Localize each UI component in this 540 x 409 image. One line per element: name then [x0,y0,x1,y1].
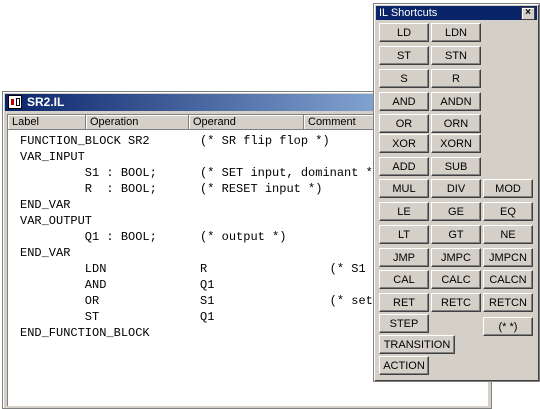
code-line[interactable]: LDN R (* S1 *) [20,261,387,277]
r-button[interactable]: R [431,69,481,88]
il-file-icon [8,95,22,109]
palette-titlebar[interactable]: IL Shortcuts [376,6,537,20]
code-line[interactable]: END_VAR [20,197,70,213]
code-line[interactable]: OR S1 (* set i [20,293,387,309]
jmpcn-button[interactable]: JMPCN [483,248,533,267]
close-icon[interactable]: × [521,7,535,20]
code-line[interactable]: VAR_OUTPUT [20,213,92,229]
st-button[interactable]: ST [379,46,429,65]
andn-button[interactable]: ANDN [431,92,481,111]
gt-button[interactable]: GT [431,225,481,244]
editor-title: SR2.IL [27,95,65,109]
retcn-button[interactable]: RETCN [483,293,533,312]
eq-button[interactable]: EQ [483,202,533,221]
transition-button[interactable]: TRANSITION [379,335,455,354]
code-line[interactable]: END_FUNCTION_BLOCK [20,325,150,341]
stn-button[interactable]: STN [431,46,481,65]
code-line[interactable]: Q1 : BOOL; (* output *) [20,229,287,245]
le-button[interactable]: LE [379,202,429,221]
jmp-button[interactable]: JMP [379,248,429,267]
column-header-operand[interactable]: Operand [189,115,304,130]
ret-button[interactable]: RET [379,293,429,312]
lt-button[interactable]: LT [379,225,429,244]
calcn-button[interactable]: CALCN [483,270,533,289]
column-header-label[interactable]: Label [8,115,86,130]
sub-button[interactable]: SUB [431,157,481,176]
code-line[interactable]: ST Q1 [20,309,215,325]
code-line[interactable]: END_VAR [20,245,70,261]
column-header-operation[interactable]: Operation [86,115,189,130]
code-line[interactable]: AND Q1 [20,277,215,293]
code-line[interactable]: FUNCTION_BLOCK SR2 (* SR flip flop *) [20,133,330,149]
or-button[interactable]: OR [379,114,429,133]
calc-button[interactable]: CALC [431,270,481,289]
xorn-button[interactable]: XORN [431,134,481,153]
comment-button[interactable]: (* *) [483,317,533,336]
code-line[interactable]: R : BOOL; (* RESET input *) [20,181,323,197]
il-shortcuts-palette: IL Shortcuts × LD LDN ST STN S R AND AND… [373,3,540,382]
code-line[interactable]: VAR_INPUT [20,149,85,165]
ne-button[interactable]: NE [483,225,533,244]
and-button[interactable]: AND [379,92,429,111]
palette-title: IL Shortcuts [379,7,438,19]
retc-button[interactable]: RETC [431,293,481,312]
ldn-button[interactable]: LDN [431,23,481,42]
xor-button[interactable]: XOR [379,134,429,153]
orn-button[interactable]: ORN [431,114,481,133]
div-button[interactable]: DIV [431,179,481,198]
action-button[interactable]: ACTION [379,356,429,375]
mod-button[interactable]: MOD [483,179,533,198]
jmpc-button[interactable]: JMPC [431,248,481,267]
ld-button[interactable]: LD [379,23,429,42]
mul-button[interactable]: MUL [379,179,429,198]
ge-button[interactable]: GE [431,202,481,221]
code-line[interactable]: S1 : BOOL; (* SET input, dominant *) [20,165,380,181]
s-button[interactable]: S [379,69,429,88]
cal-button[interactable]: CAL [379,270,429,289]
step-button[interactable]: STEP [379,314,429,333]
add-button[interactable]: ADD [379,157,429,176]
